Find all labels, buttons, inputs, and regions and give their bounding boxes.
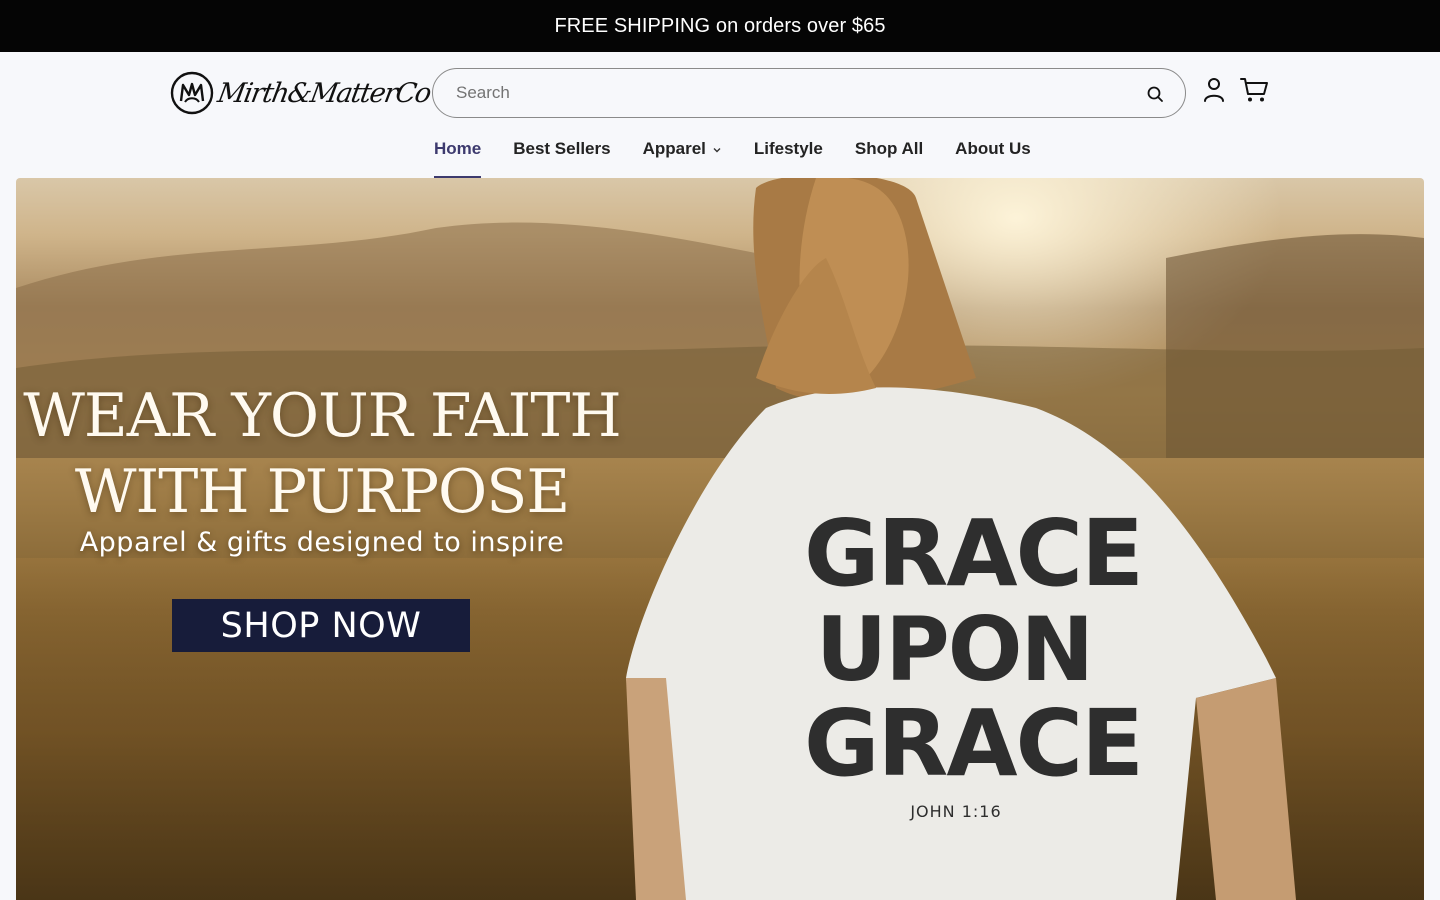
- brand-logo[interactable]: Mirth&MatterCo: [170, 70, 433, 116]
- shirt-line-1: GRACE: [804, 500, 1144, 607]
- chevron-down-icon: [713, 148, 721, 153]
- nav-item-about-us[interactable]: About Us: [955, 134, 1031, 178]
- nav-item-label: Home: [434, 139, 482, 158]
- nav-item-label: Shop All: [854, 139, 924, 158]
- nav-item-shop-all[interactable]: Shop All: [855, 134, 923, 178]
- nav-item-apparel[interactable]: Apparel: [643, 134, 722, 178]
- shop-now-button[interactable]: SHOP NOW: [172, 599, 470, 652]
- account-icon[interactable]: [1200, 76, 1228, 104]
- search-input[interactable]: [433, 69, 1113, 117]
- brand-name: Mirth&MatterCo: [215, 77, 433, 109]
- nav-item-lifestyle[interactable]: Lifestyle: [754, 134, 823, 178]
- announcement-text: FREE SHIPPING on orders over $65: [554, 14, 886, 37]
- nav-item-home[interactable]: Home: [434, 134, 482, 178]
- nav-item-label: Best Sellers: [513, 139, 611, 158]
- site-header: Mirth&MatterCo Home Best Sellers Apparel: [0, 52, 1440, 178]
- nav-item-best-sellers[interactable]: Best Sellers: [513, 134, 610, 178]
- nav-item-label: About Us: [955, 139, 1031, 158]
- main-nav: Home Best Sellers Apparel Lifestyle Shop…: [434, 134, 1031, 178]
- cart-icon[interactable]: [1239, 76, 1269, 104]
- shirt-line-3: GRACE: [804, 690, 1144, 797]
- nav-item-label: Apparel: [642, 139, 706, 158]
- hero-subtitle: Apparel & gifts designed to inspire: [79, 527, 565, 558]
- shirt-line-2: UPON: [815, 598, 1094, 701]
- shirt-verse: JOHN 1:16: [910, 802, 1002, 821]
- search-icon[interactable]: [1145, 84, 1165, 104]
- logo-mark-icon: [170, 71, 214, 115]
- announcement-bar: FREE SHIPPING on orders over $65: [0, 0, 1440, 52]
- hero-title: WEAR YOUR FAITH WITH PURPOSE: [16, 378, 628, 530]
- nav-item-label: Lifestyle: [753, 139, 823, 158]
- hero-title-line-2: WITH PURPOSE: [74, 457, 570, 527]
- hero-banner[interactable]: GRACE UPON GRACE JOHN 1:16 WEAR YOUR FAI…: [16, 178, 1424, 900]
- hero-title-line-1: WEAR YOUR FAITH: [23, 381, 621, 451]
- search-bar: [432, 68, 1186, 118]
